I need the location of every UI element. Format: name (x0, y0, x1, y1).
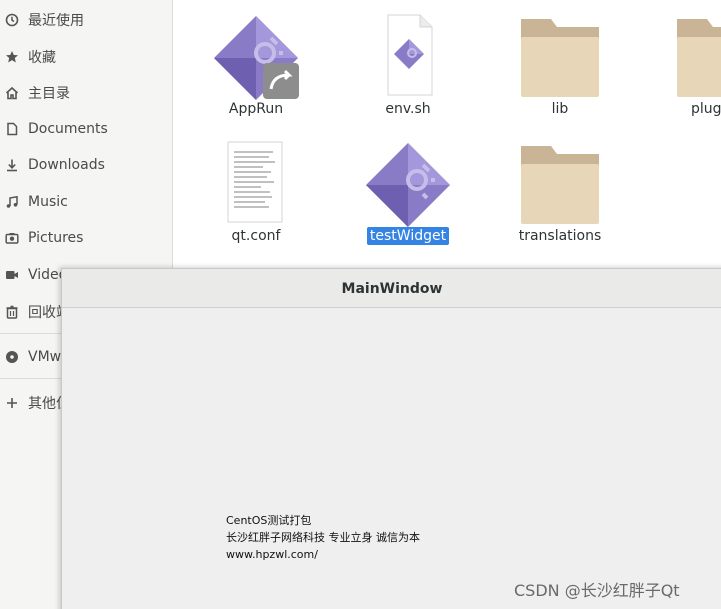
script-file-icon (387, 14, 433, 96)
sidebar-item-label: 主目录 (28, 86, 70, 102)
file-item-env-sh[interactable]: env.sh (343, 13, 463, 133)
file-name-label: plugins (691, 101, 721, 117)
window-title: MainWindow (341, 281, 443, 297)
file-item-apprun[interactable]: AppRun (191, 13, 311, 133)
sidebar-item-label: Documents (28, 121, 108, 137)
folder-icon (521, 19, 599, 97)
music-icon (5, 195, 19, 209)
camera-icon (5, 231, 19, 245)
file-item-lib[interactable]: lib (495, 13, 615, 133)
star-icon (5, 50, 19, 64)
sidebar-item-label: Downloads (28, 157, 105, 173)
sidebar-item-home[interactable]: 主目录 (0, 79, 172, 107)
file-manager-screen: 最近使用 收藏 主目录 Documents Downloads Music Pi… (0, 0, 721, 609)
qt-app-symlink-icon (214, 16, 299, 100)
file-name-label: lib (551, 101, 569, 117)
document-icon (5, 122, 19, 136)
file-name-label: translations (518, 228, 602, 244)
disc-icon (5, 350, 19, 364)
folder-icon (677, 19, 721, 97)
file-item-translations[interactable]: translations (495, 140, 615, 260)
file-item-testwidget[interactable]: testWidget (343, 140, 463, 260)
file-name-label: AppRun (228, 101, 284, 117)
sidebar-item-label: 收藏 (28, 50, 56, 66)
file-item-qt-conf[interactable]: qt.conf (191, 140, 311, 260)
window-content-text: CentOS测试打包 长沙红胖子网络科技 专业立身 诚信为本 www.hpzwl… (226, 512, 420, 563)
sidebar-item-documents[interactable]: Documents (0, 115, 172, 143)
csdn-watermark: CSDN @长沙红胖子Qt (514, 581, 680, 600)
text-file-icon (227, 141, 283, 223)
sidebar-item-starred[interactable]: 收藏 (0, 43, 172, 71)
sidebar-item-music[interactable]: Music (0, 188, 172, 216)
clock-icon (5, 13, 19, 27)
sidebar-item-label: 最近使用 (28, 13, 84, 29)
content-line: 长沙红胖子网络科技 专业立身 诚信为本 (226, 531, 420, 544)
file-name-label: qt.conf (231, 228, 281, 244)
sidebar-item-downloads[interactable]: Downloads (0, 151, 172, 179)
file-name-label: testWidget (343, 227, 473, 245)
plus-icon (5, 396, 19, 410)
main-window: MainWindow CentOS测试打包 长沙红胖子网络科技 专业立身 诚信为… (61, 268, 721, 609)
download-icon (5, 158, 19, 172)
content-line: www.hpzwl.com/ (226, 548, 318, 561)
trash-icon (5, 305, 19, 319)
content-line: CentOS测试打包 (226, 514, 312, 527)
file-item-plugins[interactable]: plugins (651, 13, 721, 133)
home-icon (5, 86, 19, 100)
qt-app-icon (366, 143, 450, 227)
sidebar-item-pictures[interactable]: Pictures (0, 224, 172, 252)
sidebar-item-recent[interactable]: 最近使用 (0, 6, 172, 34)
file-name-label: env.sh (385, 101, 431, 117)
video-icon (5, 268, 19, 282)
window-titlebar[interactable]: MainWindow (62, 269, 721, 308)
sidebar-item-label: Pictures (28, 230, 84, 246)
sidebar-item-label: Music (28, 194, 68, 210)
folder-icon (521, 146, 599, 224)
